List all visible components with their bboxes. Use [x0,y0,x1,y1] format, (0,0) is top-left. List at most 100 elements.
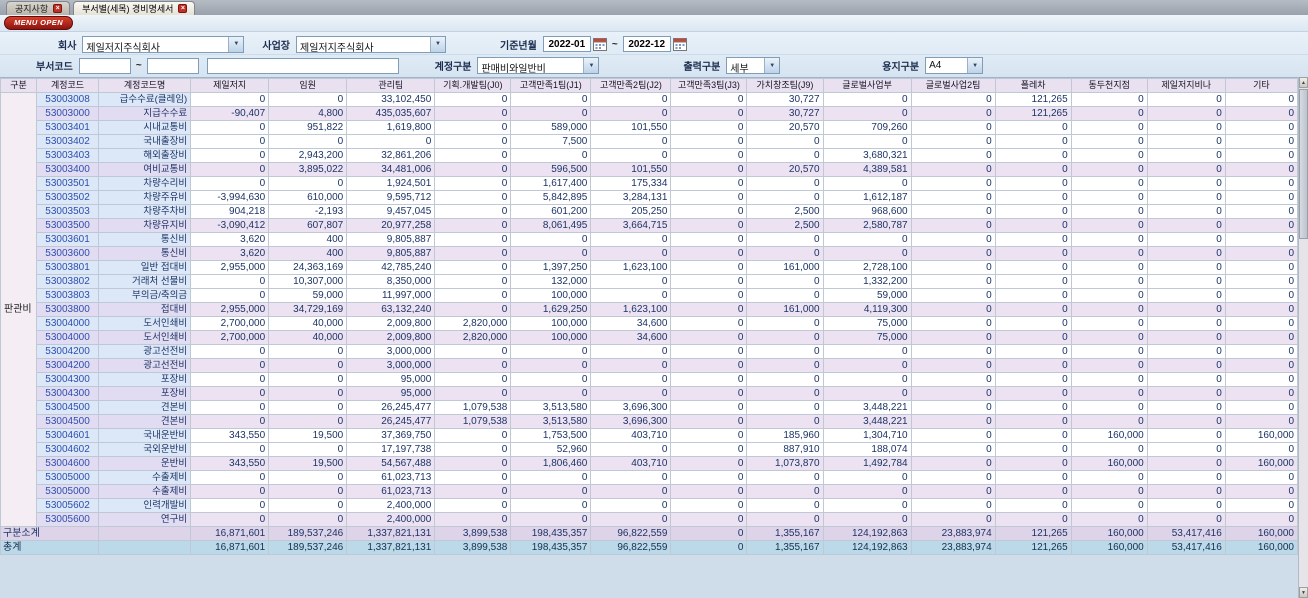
amount-cell[interactable]: 0 [670,204,748,219]
amount-cell[interactable]: 32,861,206 [346,148,436,163]
amount-cell[interactable]: 95,000 [346,386,436,401]
amount-cell[interactable]: 0 [670,106,748,121]
account-code-cell[interactable]: 53005000 [36,484,100,499]
amount-cell[interactable]: 0 [434,386,512,401]
amount-cell[interactable]: 0 [1224,260,1299,275]
table-row[interactable]: 53003402 국내출장비 0 0 0 0 7,500 0 0 0 0 0 0 0 0 0 [1,134,1299,149]
account-code-cell[interactable]: 53003803 [36,288,100,303]
table-row[interactable]: 53005600 연구비 0 0 2,400,000 0 0 0 0 0 0 0 0 0 0 0 [1,512,1299,527]
amount-cell[interactable]: 0 [510,386,592,401]
amount-cell[interactable]: 0 [1224,148,1299,163]
table-row[interactable]: 53003403 해외출장비 0 2,943,200 32,861,206 0 0 0 0 0 3,… [1,148,1299,163]
table-row[interactable]: 53003502 차량주유비 -3,994,630 610,000 9,595,712 0… [1,190,1299,205]
column-header[interactable]: 기타 [1224,78,1299,93]
amount-cell[interactable]: 160,000 [1070,526,1148,541]
account-group-select[interactable]: 판매비와일반비 ▼ [477,57,600,74]
subtotal-row[interactable]: 구분소계 16,871,601 189,537,246 1,337,821,131 3,… [0,526,1299,541]
amount-cell[interactable]: 4,119,300 [822,302,912,317]
amount-cell[interactable]: 0 [434,358,512,373]
amount-cell[interactable]: 1,617,400 [510,176,592,191]
amount-cell[interactable]: 0 [1224,190,1299,205]
amount-cell[interactable]: 0 [994,218,1072,233]
account-name-cell[interactable]: 부의금/축의금 [98,288,192,303]
table-row[interactable]: 53003802 거래처 선물비 0 10,307,000 8,350,000 0 132,… [1,274,1299,289]
amount-cell[interactable]: 0 [994,470,1072,485]
amount-cell[interactable]: 0 [434,106,512,121]
amount-cell[interactable]: 175,334 [590,176,672,191]
table-row[interactable]: 53003803 부의금/축의금 0 59,000 11,997,000 0 100,000… [1,288,1299,303]
account-code-cell[interactable]: 53003403 [36,148,100,163]
amount-cell[interactable]: 19,500 [268,456,348,471]
amount-cell[interactable]: 0 [190,358,270,373]
amount-cell[interactable]: 0 [190,120,270,135]
amount-cell[interactable]: 0 [910,106,996,121]
amount-cell[interactable]: 0 [746,148,824,163]
amount-cell[interactable]: 0 [1070,512,1148,527]
amount-cell[interactable]: 0 [190,176,270,191]
amount-cell[interactable]: 0 [670,260,748,275]
amount-cell[interactable]: 0 [994,232,1072,247]
amount-cell[interactable]: 0 [670,120,748,135]
workplace-select[interactable]: 제일저지주식회사 ▼ [296,35,447,53]
output-group-select[interactable]: 세부 ▼ [726,57,781,74]
amount-cell[interactable]: 0 [910,344,996,359]
amount-cell[interactable]: 0 [994,274,1072,289]
amount-cell[interactable]: 0 [268,176,348,191]
amount-cell[interactable]: 0 [1146,442,1226,457]
amount-cell[interactable]: 0 [994,428,1072,443]
amount-cell[interactable]: 0 [994,120,1072,135]
account-code-cell[interactable]: 53003802 [36,274,100,289]
amount-cell[interactable]: 0 [746,134,824,149]
close-icon[interactable]: × [53,4,63,13]
amount-cell[interactable]: 0 [910,498,996,513]
amount-cell[interactable]: 0 [746,498,824,513]
amount-cell[interactable]: 1,304,710 [822,428,912,443]
amount-cell[interactable]: 0 [910,288,996,303]
table-row[interactable]: 53003000 지급수수료 -90,407 4,800 435,035,607 0 0 0 0… [1,106,1299,121]
amount-cell[interactable]: 0 [1224,358,1299,373]
amount-cell[interactable]: 3,620 [190,232,270,247]
amount-cell[interactable]: 0 [746,176,824,191]
amount-cell[interactable]: 0 [910,190,996,205]
column-header[interactable]: 계정코드 [36,78,100,93]
amount-cell[interactable]: 0 [434,456,512,471]
amount-cell[interactable]: 0 [822,134,912,149]
amount-cell[interactable]: 40,000 [268,330,348,345]
amount-cell[interactable]: 0 [1146,512,1226,527]
account-code-cell[interactable]: 53003600 [36,246,100,261]
amount-cell[interactable]: 0 [1224,106,1299,121]
amount-cell[interactable]: 3,000,000 [346,358,436,373]
company-select[interactable]: 제일저지주식회사 ▼ [82,35,245,53]
amount-cell[interactable]: 0 [1070,232,1148,247]
column-header[interactable]: 제일저지비나 [1146,78,1226,93]
amount-cell[interactable]: 0 [822,106,912,121]
amount-cell[interactable]: 0 [1224,162,1299,177]
amount-cell[interactable]: 0 [1146,400,1226,415]
amount-cell[interactable]: 24,363,169 [268,260,348,275]
amount-cell[interactable]: 0 [910,372,996,387]
amount-cell[interactable]: 0 [510,148,592,163]
amount-cell[interactable]: 435,035,607 [346,106,436,121]
menu-open-button[interactable]: MENU OPEN [4,16,74,30]
amount-cell[interactable]: 0 [590,232,672,247]
account-name-cell[interactable]: 여비교통비 [98,162,192,177]
amount-cell[interactable]: 0 [268,134,348,149]
amount-cell[interactable]: 20,977,258 [346,218,436,233]
amount-cell[interactable]: 0 [822,484,912,499]
amount-cell[interactable]: 0 [746,288,824,303]
amount-cell[interactable]: 0 [1070,484,1148,499]
amount-cell[interactable]: 188,074 [822,442,912,457]
amount-cell[interactable]: 0 [510,372,592,387]
account-name-cell[interactable]: 광고선전비 [98,358,192,373]
amount-cell[interactable]: 3,899,538 [434,526,512,541]
table-row[interactable]: 53004500 견본비 0 0 26,245,477 1,079,538 3,513,58… [1,400,1299,415]
amount-cell[interactable]: 0 [910,176,996,191]
amount-cell[interactable]: 0 [1070,498,1148,513]
amount-cell[interactable]: 0 [590,358,672,373]
amount-cell[interactable]: 0 [910,428,996,443]
amount-cell[interactable]: 0 [994,190,1072,205]
amount-cell[interactable]: 0 [590,246,672,261]
amount-cell[interactable]: 0 [994,204,1072,219]
amount-cell[interactable]: 0 [670,386,748,401]
amount-cell[interactable]: 0 [1146,232,1226,247]
